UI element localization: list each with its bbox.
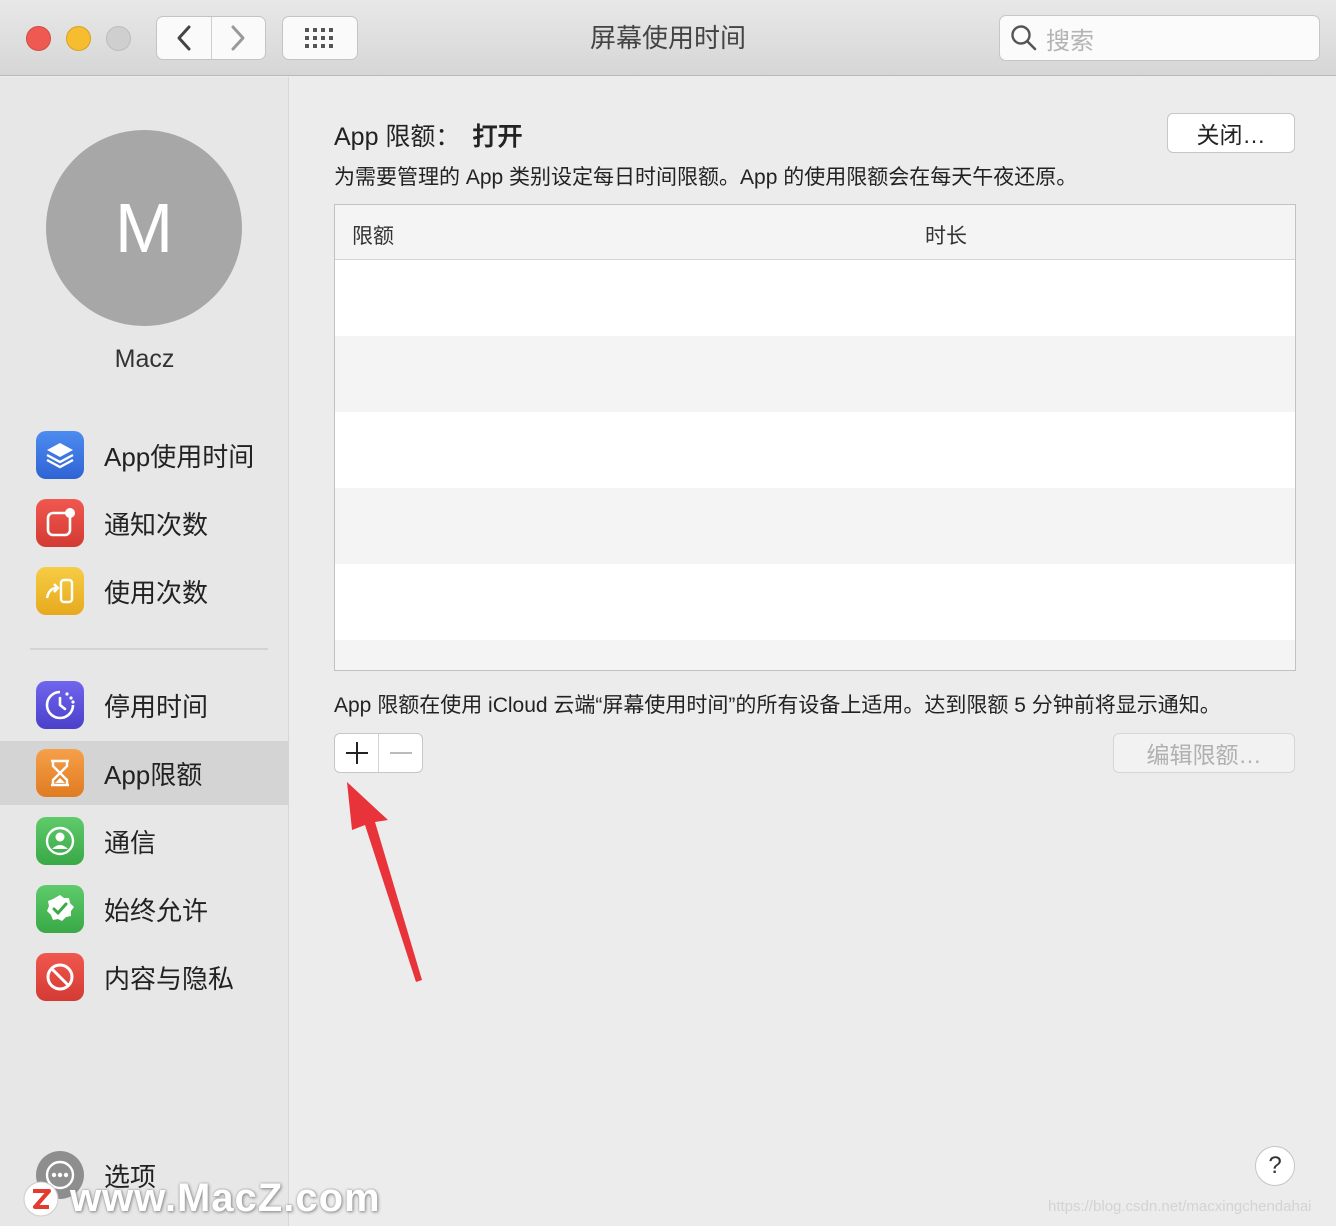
brand-watermark-text: www.MacZ.com	[70, 1176, 381, 1220]
help-button[interactable]: ?	[1255, 1146, 1295, 1186]
downtime-clock-icon	[36, 681, 84, 729]
table-header: 限额 时长	[335, 205, 1295, 260]
sidebar-item-label: 通信	[104, 827, 157, 858]
column-header-duration[interactable]: 时长	[925, 220, 967, 250]
add-limit-button[interactable]	[335, 734, 378, 772]
nav-back-forward	[156, 16, 266, 60]
stack-layers-icon	[36, 431, 84, 479]
main-pane: App 限额： 打开 关闭… 为需要管理的 App 类别设定每日时间限额。App …	[290, 77, 1336, 1226]
notification-badge-icon	[36, 499, 84, 547]
url-watermark: https://blog.csdn.net/macxingchendahai	[1048, 1198, 1312, 1215]
sidebar-item-label: 通知次数	[104, 509, 209, 540]
description-text: 为需要管理的 App 类别设定每日时间限额。App 的使用限额会在每天午夜还原。	[334, 166, 1078, 189]
window-title: 屏幕使用时间	[589, 23, 746, 53]
sidebar-item-always-allowed[interactable]: 始终允许	[0, 877, 289, 941]
annotation-arrow	[347, 782, 422, 982]
avatar[interactable]: M	[46, 130, 242, 326]
edit-limits-button[interactable]: 编辑限额…	[1113, 733, 1295, 773]
page-title: App 限额： 打开	[334, 117, 522, 153]
window-close-button[interactable]	[26, 26, 51, 51]
back-button[interactable]	[157, 17, 211, 59]
remove-limit-button[interactable]	[378, 734, 422, 772]
sidebar: M Macz App使用时间 通知次数 使用次数 停用时间 App限额 通信 始…	[0, 77, 289, 1226]
pickup-phone-icon	[36, 567, 84, 615]
limits-table[interactable]: 限额 时长	[334, 204, 1296, 671]
search-icon	[1011, 25, 1037, 51]
table-row	[335, 564, 1295, 640]
search-placeholder: 搜索	[1046, 27, 1094, 55]
window-zoom-button[interactable]	[106, 26, 131, 51]
avatar-initial: M	[114, 189, 174, 267]
table-row	[335, 412, 1295, 488]
checkmark-seal-icon	[36, 885, 84, 933]
search-field[interactable]: 搜索	[999, 15, 1320, 61]
sidebar-item-content-privacy[interactable]: 内容与隐私	[0, 945, 289, 1009]
grid-dots-icon	[305, 28, 333, 48]
sidebar-item-app-limits[interactable]: App限额	[0, 741, 289, 805]
footnote-text: App 限额在使用 iCloud 云端“屏幕使用时间”的所有设备上适用。达到限额…	[334, 694, 1221, 717]
contact-person-icon	[36, 817, 84, 865]
user-name: Macz	[114, 345, 175, 373]
plus-icon	[345, 742, 368, 764]
sidebar-item-label: App使用时间	[104, 441, 255, 472]
chevron-left-icon	[177, 25, 191, 51]
table-body	[335, 260, 1295, 670]
no-entry-icon	[36, 953, 84, 1001]
app-limits-status: 打开	[472, 123, 523, 151]
sidebar-divider	[30, 648, 268, 650]
title-bar: 屏幕使用时间 搜索	[0, 0, 1336, 76]
minus-icon	[389, 752, 412, 754]
brand-watermark: www.MacZ.com	[22, 1176, 381, 1221]
chevron-right-icon	[231, 25, 245, 51]
z-logo-icon	[23, 1181, 59, 1216]
sidebar-item-communication[interactable]: 通信	[0, 809, 289, 873]
window-minimize-button[interactable]	[66, 26, 91, 51]
add-remove-group	[334, 733, 423, 773]
sidebar-item-label: 始终允许	[104, 895, 209, 926]
sidebar-item-app-usage[interactable]: App使用时间	[0, 423, 289, 487]
sidebar-item-label: 停用时间	[104, 691, 209, 722]
table-row	[335, 260, 1295, 336]
turn-off-button[interactable]: 关闭…	[1167, 113, 1295, 153]
sidebar-item-label: App限额	[104, 759, 203, 790]
sidebar-item-label: 内容与隐私	[104, 963, 235, 994]
sidebar-item-pickups[interactable]: 使用次数	[0, 559, 289, 623]
table-row	[335, 488, 1295, 564]
table-row	[335, 640, 1295, 670]
show-all-button[interactable]	[282, 16, 358, 60]
sidebar-item-downtime[interactable]: 停用时间	[0, 673, 289, 737]
sidebar-item-notifications[interactable]: 通知次数	[0, 491, 289, 555]
hourglass-icon	[36, 749, 84, 797]
app-limits-heading-label: App 限额：	[334, 123, 461, 151]
sidebar-item-label: 使用次数	[104, 577, 209, 608]
table-row	[335, 336, 1295, 412]
forward-button[interactable]	[210, 17, 266, 59]
column-header-limit[interactable]: 限额	[352, 220, 394, 250]
